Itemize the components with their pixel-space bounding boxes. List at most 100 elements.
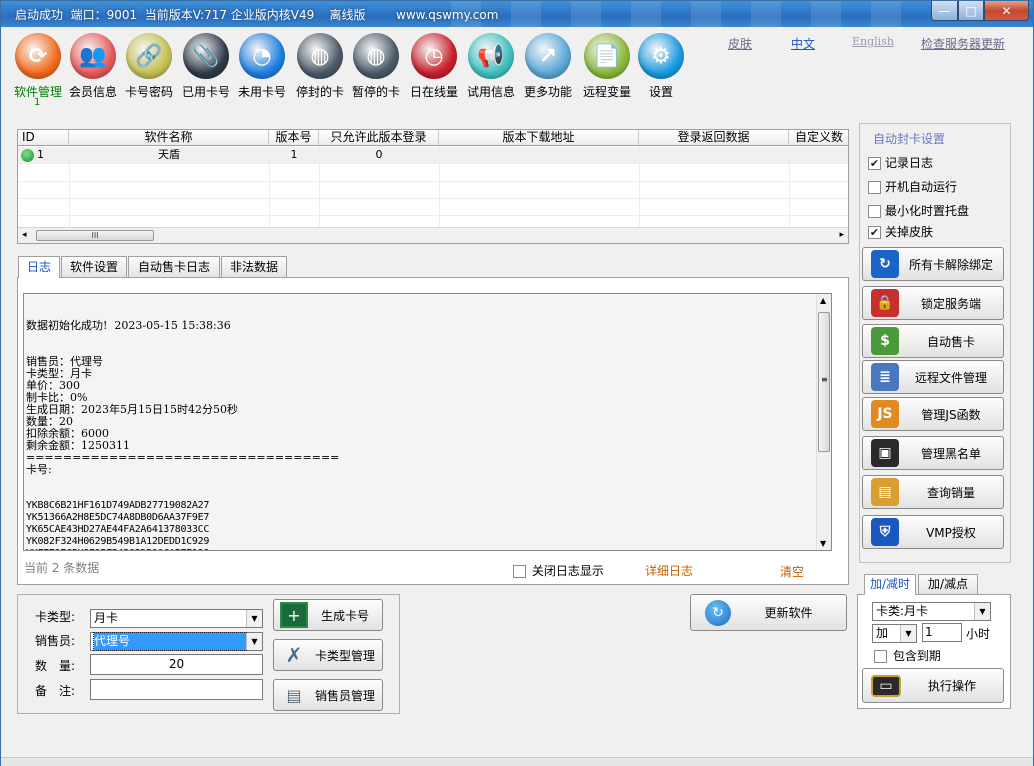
tab-software-settings[interactable]: 软件设置 <box>61 256 127 277</box>
grid-horizontal-scrollbar[interactable]: ◂ III ▸ <box>18 227 848 243</box>
col-id[interactable]: ID <box>18 130 69 146</box>
scroll-right-icon[interactable]: ▸ <box>839 230 844 240</box>
toolbar-item-3[interactable]: 📎 已用卡号 <box>176 33 236 100</box>
title-bar-texture <box>451 1 931 27</box>
toolbar-label-9: 更多功能 <box>523 85 572 99</box>
close-button[interactable]: ✕ <box>984 1 1029 21</box>
checkbox-box[interactable]: ✔ <box>868 157 881 170</box>
toolbar-item-8[interactable]: 📢 试用信息 <box>461 33 521 100</box>
detail-log-link[interactable]: 详细日志 <box>645 562 693 579</box>
toolbar-item-2[interactable]: 🔗 卡号密码 <box>119 33 179 100</box>
scroll-left-icon[interactable]: ◂ <box>22 230 27 240</box>
grid-line <box>319 146 320 230</box>
toolbar-label-11: 设置 <box>648 85 673 99</box>
toolbar-item-0[interactable]: ⟳ 软件管理 <box>8 33 68 100</box>
scroll-down-icon[interactable]: ▼ <box>820 539 826 548</box>
window-controls: — □ ✕ <box>931 1 1029 21</box>
col-login-data[interactable]: 登录返回数据 <box>639 130 789 146</box>
checkbox-box[interactable] <box>868 181 881 194</box>
log-vertical-scrollbar[interactable]: ▲ ≡ ▼ <box>816 294 831 550</box>
execute-button[interactable]: ▭ 执行操作 <box>862 668 1004 703</box>
col-only-version[interactable]: 只允许此版本登录 <box>319 130 439 146</box>
card-type-select[interactable]: 月卡 ▼ <box>90 609 263 628</box>
tab-log[interactable]: 日志 <box>18 256 60 278</box>
tab-add-points[interactable]: 加/减点 <box>918 574 978 594</box>
scroll-thumb[interactable]: ≡ <box>818 312 830 452</box>
checkbox-box[interactable]: ✔ <box>868 226 881 239</box>
chevron-down-icon[interactable]: ▼ <box>974 603 990 620</box>
right-button-5[interactable]: ▣ 管理黑名单 <box>862 436 1004 470</box>
col-version[interactable]: 版本号 <box>269 130 319 146</box>
tab-illegal-data[interactable]: 非法数据 <box>221 256 287 277</box>
generate-card-button[interactable]: + 生成卡号 <box>273 599 383 631</box>
right-button-icon-3: ≣ <box>871 363 899 391</box>
note-input[interactable] <box>90 679 263 700</box>
card-type-manage-button[interactable]: ✗ 卡类型管理 <box>273 639 383 671</box>
chevron-down-icon[interactable]: ▼ <box>900 625 916 642</box>
toolbar-item-5[interactable]: ◍ 停封的卡 <box>290 33 350 100</box>
seller-manage-button[interactable]: ▤ 销售员管理 <box>273 679 383 711</box>
checkbox-box[interactable] <box>868 205 881 218</box>
right-button-1[interactable]: 🔒 锁定服务端 <box>862 286 1004 320</box>
minimize-button[interactable]: — <box>931 1 958 21</box>
software-grid[interactable]: ID 软件名称 版本号 只允许此版本登录 版本下载地址 登录返回数据 自定义数 … <box>17 129 849 244</box>
toolbar-item-11[interactable]: ⚙ 设置 <box>631 33 691 100</box>
addsub-op-select[interactable]: 加 ▼ <box>872 624 917 643</box>
toolbar-item-9[interactable]: ↗ 更多功能 <box>518 33 578 100</box>
tab-auto-sale-log[interactable]: 自动售卡日志 <box>128 256 220 277</box>
log-count-text: 当前 2 条数据 <box>24 561 100 575</box>
english-link[interactable]: English <box>852 35 894 48</box>
col-name[interactable]: 软件名称 <box>69 130 269 146</box>
col-download-url[interactable]: 版本下载地址 <box>439 130 639 146</box>
toolbar-item-6[interactable]: ◍ 暂停的卡 <box>346 33 406 100</box>
check-update-link[interactable]: 检查服务器更新 <box>921 35 1005 52</box>
settings-checkbox-3[interactable]: ✔ 关掉皮肤 <box>868 223 933 240</box>
settings-checkbox-0[interactable]: ✔ 记录日志 <box>868 154 933 171</box>
clear-log-link[interactable]: 清空 <box>780 563 804 580</box>
right-button-6[interactable]: ▤ 查询销量 <box>862 475 1004 509</box>
seller-manage-label: 销售员管理 <box>314 688 375 703</box>
log-card-number: YKFFE97C5H8F95F24382DB90CA57E138 <box>26 548 816 550</box>
addsub-amount-input[interactable]: 1 <box>922 623 962 642</box>
quantity-label: 数 量: <box>35 659 76 673</box>
include-expired-label: 包含到期 <box>892 649 941 663</box>
include-expired-checkbox[interactable]: 包含到期 <box>874 647 941 664</box>
col-custom[interactable]: 自定义数 <box>789 130 848 146</box>
close-log-checkbox[interactable]: 关闭日志显示 <box>513 562 604 579</box>
scroll-thumb[interactable]: III <box>36 230 154 241</box>
right-button-7[interactable]: ⛨ VMP授权 <box>862 515 1004 549</box>
toolbar-item-7[interactable]: ◷ 日在线量 <box>404 33 464 100</box>
toolbar-item-4[interactable]: ◔ 未用卡号 <box>232 33 292 100</box>
toolbar-label-8: 试用信息 <box>466 85 515 99</box>
right-button-2[interactable]: $ 自动售卡 <box>862 324 1004 358</box>
right-button-3[interactable]: ≣ 远程文件管理 <box>862 360 1004 394</box>
tab-add-time[interactable]: 加/减时 <box>864 574 916 595</box>
chevron-down-icon[interactable]: ▼ <box>246 610 262 627</box>
settings-checkbox-1[interactable]: 开机自动运行 <box>868 178 957 195</box>
right-button-4[interactable]: JS 管理JS函数 <box>862 397 1004 431</box>
maximize-button[interactable]: □ <box>958 1 984 21</box>
status-bar <box>1 757 1033 766</box>
log-header: 数据初始化成功! 2023-05-15 15:38:36 <box>26 319 231 332</box>
log-lines: 销售员：代理号 卡类型：月卡 单价：300 制卡比：0% 生成日期：2023年5月15日… <box>26 356 816 476</box>
skin-link[interactable]: 皮肤 <box>728 35 752 52</box>
right-button-0[interactable]: ↻ 所有卡解除绑定 <box>862 247 1004 281</box>
scroll-up-icon[interactable]: ▲ <box>820 296 826 305</box>
addsub-card-type-select[interactable]: 卡类:月卡 ▼ <box>872 602 991 621</box>
toolbar-icon-9: ↗ <box>525 33 571 79</box>
toolbar-label-2: 卡号密码 <box>124 85 173 99</box>
chinese-link[interactable]: 中文 <box>791 35 815 52</box>
table-row[interactable]: 1 天盾 1 0 <box>18 147 848 164</box>
seller-select[interactable]: 代理号 ▼ <box>90 632 263 651</box>
chevron-down-icon[interactable]: ▼ <box>246 633 262 650</box>
quantity-input[interactable]: 20 <box>90 654 263 675</box>
toolbar-item-1[interactable]: 👥 会员信息 <box>63 33 123 100</box>
checkbox-box[interactable] <box>513 565 526 578</box>
toolbar-item-10[interactable]: 📄 远程变量 <box>577 33 637 100</box>
checkbox-box[interactable] <box>874 650 887 663</box>
log-textarea[interactable]: 数据初始化成功! 2023-05-15 15:38:36 销售员：代理号 卡类型：… <box>23 293 832 551</box>
update-software-button[interactable]: ↻ 更新软件 <box>690 594 847 631</box>
settings-checkbox-2[interactable]: 最小化时置托盘 <box>868 202 969 219</box>
tools-icon: ✗ <box>285 643 303 667</box>
title-bar: 启动成功 端口：9001 当前版本V:717 企业版内核V49 离线版 www.… <box>1 1 1033 27</box>
